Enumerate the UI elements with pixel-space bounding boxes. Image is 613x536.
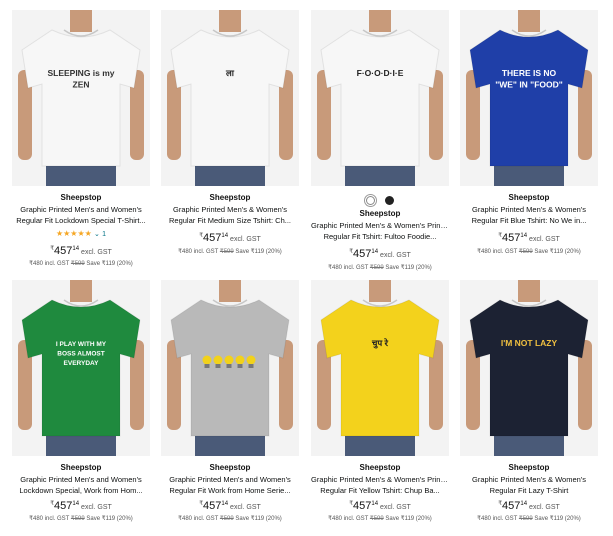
brand-name[interactable]: Sheepstop — [161, 193, 299, 202]
price-details: ₹480 incl. GST ₹599 Save ₹119 (20%) — [178, 516, 282, 522]
price-details: ₹480 incl. GST ₹599 Save ₹119 (20%) — [328, 516, 432, 522]
tshirt-image: I PLAY WITH MY BOSS ALMOST EVERYDAY — [18, 280, 144, 456]
price-details: ₹480 incl. GST ₹599 Save ₹119 (20%) — [29, 516, 133, 522]
product-image[interactable]: THERE IS NO "WE" IN "FOOD" — [460, 10, 598, 186]
brand-name[interactable]: Sheepstop — [460, 463, 598, 472]
svg-text:SLEEPING is my: SLEEPING is my — [47, 68, 114, 78]
product-title[interactable]: Graphic Printed Men's & Women's Printed … — [311, 474, 449, 496]
product-image[interactable]: I'M NOT LAZY — [460, 280, 598, 456]
product-title[interactable]: Graphic Printed Men's & Women's Regular … — [460, 474, 598, 496]
svg-text:ला: ला — [225, 68, 235, 78]
rating-count[interactable]: 1 — [102, 231, 106, 238]
product-image[interactable]: I PLAY WITH MY BOSS ALMOST EVERYDAY — [12, 280, 150, 456]
color-swatches — [311, 192, 449, 206]
swatch-black[interactable] — [385, 196, 395, 206]
star-rating[interactable]: ★★★★★ ⌄ 1 — [12, 229, 150, 240]
product-title[interactable]: Graphic Printed Men's & Women's Regular … — [460, 204, 598, 226]
product-image[interactable]: चुप रे — [311, 280, 449, 456]
svg-text:I'M NOT LAZY: I'M NOT LAZY — [501, 338, 558, 348]
price: ₹45714 excl. GST — [349, 500, 411, 512]
brand-name[interactable]: Sheepstop — [311, 209, 449, 218]
product-image[interactable] — [161, 280, 299, 456]
chevron-down-icon[interactable]: ⌄ — [94, 231, 100, 238]
product-title[interactable]: Graphic Printed Men's and Women's Lockdo… — [12, 474, 150, 496]
price: ₹45714 excl. GST — [349, 248, 411, 260]
tshirt-image — [167, 280, 293, 456]
svg-text:I PLAY WITH MY: I PLAY WITH MY — [56, 341, 107, 348]
tshirt-image: SLEEPING is my ZEN — [18, 10, 144, 186]
svg-text:"WE" IN "FOOD": "WE" IN "FOOD" — [495, 80, 563, 90]
price-details: ₹480 incl. GST ₹599 Save ₹119 (20%) — [29, 261, 133, 267]
price: ₹45714 excl. GST — [199, 500, 261, 512]
tshirt-image: चुप रे — [317, 280, 443, 456]
product-title[interactable]: Graphic Printed Men's and Women's Regula… — [161, 474, 299, 496]
svg-text:F·O·O·D·I·E: F·O·O·D·I·E — [357, 68, 404, 78]
svg-text:THERE IS NO: THERE IS NO — [502, 68, 557, 78]
price: ₹45714 excl. GST — [50, 500, 112, 512]
product-image[interactable]: ला — [161, 10, 299, 186]
price: ₹45714 excl. GST — [50, 245, 112, 257]
brand-name[interactable]: Sheepstop — [12, 193, 150, 202]
price: ₹45714 excl. GST — [498, 232, 560, 244]
tshirt-image: THERE IS NO "WE" IN "FOOD" — [466, 10, 592, 186]
tshirt-image: F·O·O·D·I·E — [317, 10, 443, 186]
product-image[interactable]: SLEEPING is my ZEN — [12, 10, 150, 186]
swatch-white[interactable] — [365, 196, 375, 206]
product-title[interactable]: Graphic Printed Men's and Women's Regula… — [12, 204, 150, 226]
brand-name[interactable]: Sheepstop — [12, 463, 150, 472]
brand-name[interactable]: Sheepstop — [161, 463, 299, 472]
product-title[interactable]: Graphic Printed Men's & Women's Regular … — [161, 204, 299, 226]
svg-text:ZEN: ZEN — [73, 80, 90, 90]
price-details: ₹480 incl. GST ₹599 Save ₹119 (20%) — [178, 249, 282, 255]
svg-text:चुप रे: चुप रे — [371, 338, 389, 349]
price-details: ₹480 incl. GST ₹599 Save ₹119 (20%) — [477, 516, 581, 522]
price: ₹45714 excl. GST — [498, 500, 560, 512]
product-image[interactable]: F·O·O·D·I·E — [311, 10, 449, 186]
svg-text:EVERYDAY: EVERYDAY — [64, 360, 100, 367]
svg-text:BOSS ALMOST: BOSS ALMOST — [57, 351, 104, 358]
price: ₹45714 excl. GST — [199, 232, 261, 244]
brand-name[interactable]: Sheepstop — [460, 193, 598, 202]
brand-name[interactable]: Sheepstop — [311, 463, 449, 472]
tshirt-image: I'M NOT LAZY — [466, 280, 592, 456]
product-title[interactable]: Graphic Printed Men's & Women's Printed … — [311, 220, 449, 242]
price-details: ₹480 incl. GST ₹599 Save ₹119 (20%) — [328, 265, 432, 271]
price-details: ₹480 incl. GST ₹599 Save ₹119 (20%) — [477, 249, 581, 255]
tshirt-image: ला — [167, 10, 293, 186]
